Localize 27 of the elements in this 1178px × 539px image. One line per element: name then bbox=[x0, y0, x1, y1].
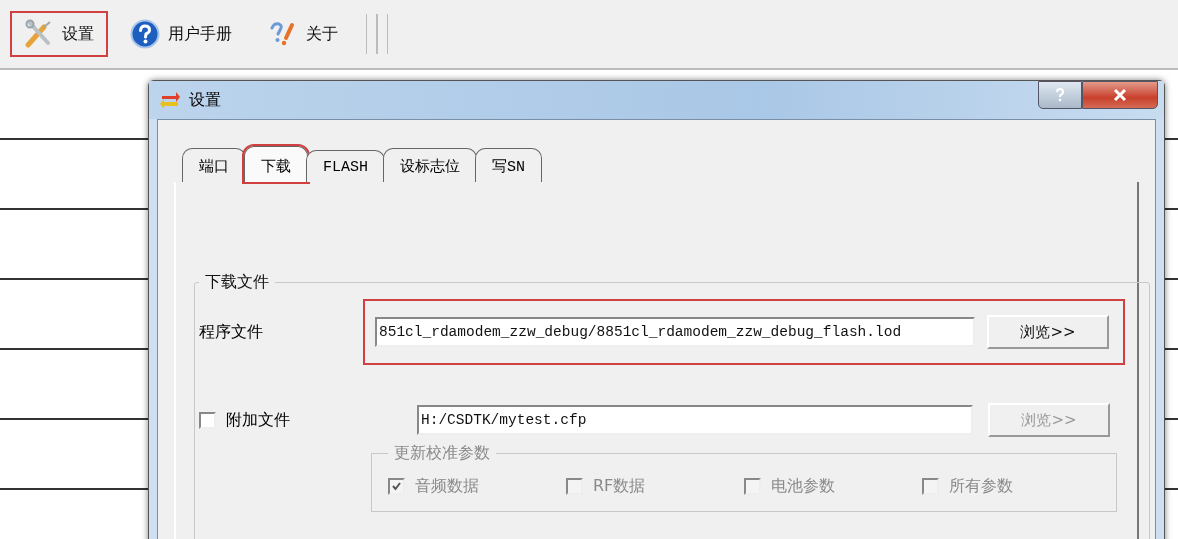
toolbar-button[interactable]: 用户手册 bbox=[116, 11, 246, 57]
swap-arrows-icon bbox=[159, 90, 181, 110]
tab[interactable]: 下载 bbox=[244, 146, 308, 182]
tab[interactable]: FLASH bbox=[306, 150, 385, 182]
field-label: 程序文件 bbox=[199, 321, 264, 343]
toolbar-button[interactable]: 关于 bbox=[254, 11, 352, 57]
help-icon bbox=[130, 19, 160, 49]
input-field[interactable]: 851cl_rdamodem_zzw_debug/8851cl_rdamodem_zzw_debug_flash.lod bbox=[375, 317, 975, 347]
group-title: 更新校准参数 bbox=[393, 443, 491, 464]
close-icon bbox=[1113, 89, 1127, 101]
checkbox-label: 音频数据 bbox=[415, 476, 479, 497]
group-title: 下载文件 bbox=[204, 272, 270, 293]
check-icon bbox=[392, 482, 401, 491]
window-title: 设置 bbox=[189, 89, 221, 111]
help-icon bbox=[1055, 88, 1065, 102]
checkbox-label: 所有参数 bbox=[949, 476, 1013, 497]
checkbox-label: RF数据 bbox=[593, 476, 646, 497]
checkbox-label: 电池参数 bbox=[771, 476, 835, 497]
input-field[interactable]: H:/CSDTK/mytest.cfp bbox=[417, 405, 973, 435]
help-button[interactable] bbox=[1038, 81, 1082, 109]
checkbox[interactable] bbox=[199, 411, 216, 429]
tab[interactable]: 写SN bbox=[475, 148, 543, 182]
tab[interactable]: 设标志位 bbox=[383, 148, 477, 182]
close-button[interactable] bbox=[1082, 81, 1158, 109]
checkbox-label: 附加文件 bbox=[226, 409, 290, 431]
browse-button[interactable]: 浏览>> bbox=[987, 315, 1109, 349]
toolbar-button[interactable]: 设置 bbox=[10, 11, 108, 57]
